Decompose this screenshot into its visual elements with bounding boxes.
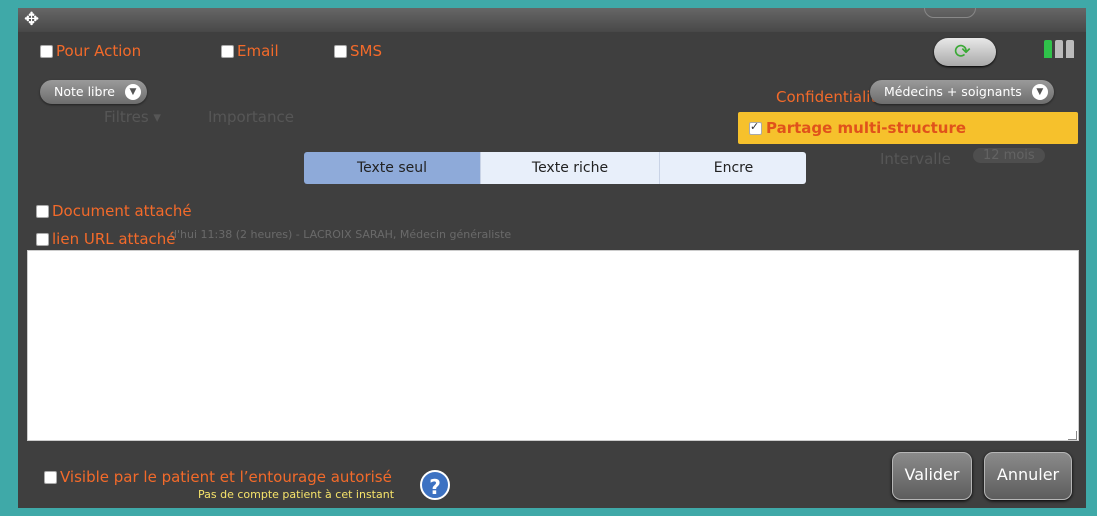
note-dialog: Filtres ▾ Importance Intervalle 12 mois … xyxy=(18,8,1086,508)
help-icon[interactable]: ? xyxy=(420,470,450,500)
tab-encre[interactable]: Encre xyxy=(660,152,806,184)
email-checkbox[interactable] xyxy=(221,45,234,58)
refresh-icon: ⟳ xyxy=(954,39,971,63)
tab-texte-riche[interactable]: Texte riche xyxy=(481,152,660,184)
lien-url-option[interactable]: lien URL attaché xyxy=(36,230,176,248)
confidentialite-select[interactable]: Médecins + soignants ▼ xyxy=(870,80,1054,104)
lien-url-checkbox[interactable] xyxy=(36,233,49,246)
document-attache-option[interactable]: Document attaché xyxy=(36,202,192,220)
partage-checkbox[interactable] xyxy=(749,120,762,135)
patient-account-notice: Pas de compte patient à cet instant xyxy=(198,488,395,501)
move-icon[interactable]: ✥ xyxy=(24,10,46,30)
note-text-area[interactable] xyxy=(27,250,1079,441)
note-type-select[interactable]: Note libre ▼ xyxy=(40,80,147,104)
bg-intervalle: Intervalle xyxy=(880,150,951,168)
refresh-button[interactable]: ⟳ xyxy=(934,38,996,66)
importance-level xyxy=(1041,40,1074,62)
pour-action-checkbox[interactable] xyxy=(40,45,53,58)
bg-author-line: d'hui 11:38 (2 heures) - LACROIX SARAH, … xyxy=(170,228,512,241)
bg-intervalle-value: 12 mois xyxy=(973,148,1045,163)
pour-action-option[interactable]: Pour Action xyxy=(40,42,141,60)
visible-patient-checkbox[interactable] xyxy=(44,471,57,484)
sms-option[interactable]: SMS xyxy=(334,42,382,60)
chevron-down-icon: ▼ xyxy=(1031,84,1048,100)
title-bar[interactable]: ✥ xyxy=(18,8,1086,32)
email-option[interactable]: Email xyxy=(221,42,279,60)
titlebar-knob xyxy=(924,8,976,18)
valider-button[interactable]: Valider xyxy=(892,452,972,500)
sms-checkbox[interactable] xyxy=(334,45,347,58)
resize-handle[interactable] xyxy=(1068,431,1077,440)
level-bar xyxy=(1066,40,1074,58)
tab-texte-seul[interactable]: Texte seul xyxy=(304,152,481,184)
annuler-button[interactable]: Annuler xyxy=(984,452,1072,500)
chevron-down-icon: ▼ xyxy=(125,84,141,100)
editor-mode-tabs: Texte seul Texte riche Encre xyxy=(304,152,806,184)
bg-filtres: Filtres ▾ xyxy=(104,108,161,126)
partage-multi-structure[interactable]: Partage multi-structure xyxy=(738,112,1078,144)
level-bar xyxy=(1055,40,1063,58)
level-bar xyxy=(1044,40,1052,58)
bg-importance: Importance xyxy=(208,108,294,126)
document-attache-checkbox[interactable] xyxy=(36,205,49,218)
visible-patient-option[interactable]: Visible par le patient et l’entourage au… xyxy=(44,468,392,486)
